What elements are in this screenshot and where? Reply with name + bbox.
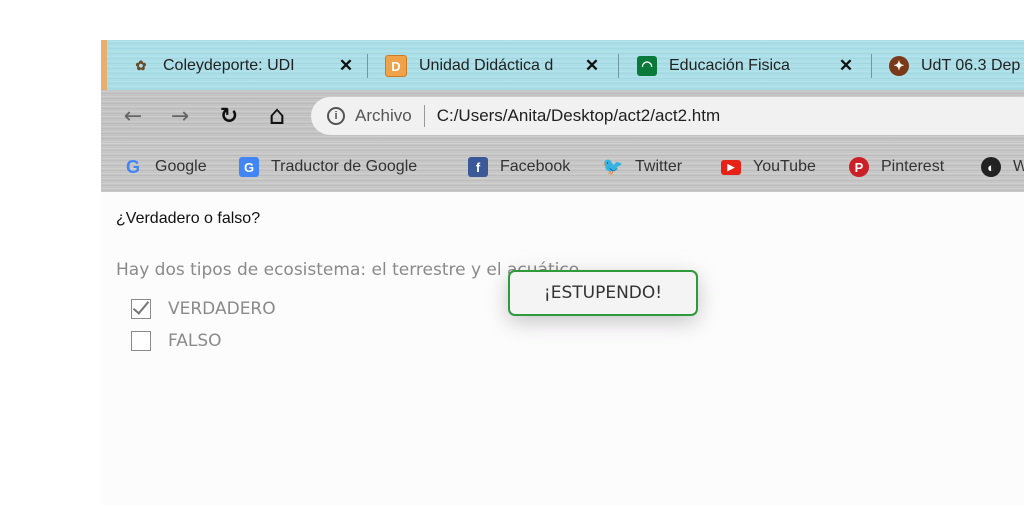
tab-title: Coleydeporte: UDI <box>163 57 295 74</box>
url-text[interactable]: C:/Users/Anita/Desktop/act2/act2.htm <box>437 106 720 126</box>
tab-strip: ✿ Coleydeporte: UDI ✕ D Unidad Didáctica… <box>101 40 1024 90</box>
reload-icon[interactable]: ↻ <box>215 102 243 130</box>
checkbox-unchecked[interactable] <box>131 331 151 351</box>
tab-separator <box>367 54 368 78</box>
junta-andalucia-favicon: ◠ <box>637 56 657 76</box>
tab-unidad-didactica[interactable]: D Unidad Didáctica d ✕ <box>385 46 602 86</box>
page-content: ¿Verdadero o falso? Hay dos tipos de eco… <box>101 192 1024 505</box>
bookmark-traductor[interactable]: G Traductor de Google <box>239 155 417 179</box>
back-arrow-icon[interactable]: ← <box>119 102 147 130</box>
wikipedia-icon: ◐ <box>981 157 1001 177</box>
tab-udt[interactable]: ✦ UdT 06.3 Dep <box>889 46 1024 86</box>
option-label: FALSO <box>168 331 222 351</box>
option-label: VERDADERO <box>168 299 276 319</box>
bookmark-label: YouTube <box>753 158 816 175</box>
checkbox-checked[interactable] <box>131 299 151 319</box>
bookmark-label: W <box>1013 158 1024 175</box>
bookmark-youtube[interactable]: ▶ YouTube <box>721 155 816 179</box>
bookmark-label: Google <box>155 158 207 175</box>
bookmark-google[interactable]: G Google <box>123 155 207 179</box>
facebook-icon: f <box>468 157 488 177</box>
home-icon[interactable]: ⌂ <box>263 101 291 131</box>
tab-title: UdT 06.3 Dep <box>921 57 1021 74</box>
option-falso[interactable]: FALSO <box>131 329 222 353</box>
tab-educacion-fisica[interactable]: ◠ Educación Fisica ✕ <box>637 46 856 86</box>
tab-title: Unidad Didáctica d <box>419 57 554 74</box>
bookmark-pinterest[interactable]: P Pinterest <box>849 155 944 179</box>
close-tab-icon[interactable]: ✕ <box>836 56 856 76</box>
google-icon: G <box>125 156 140 177</box>
address-bar[interactable]: i Archivo C:/Users/Anita/Desktop/act2/ac… <box>311 97 1024 135</box>
youtube-icon: ▶ <box>721 159 741 175</box>
close-tab-icon[interactable]: ✕ <box>336 56 356 76</box>
site-label: Archivo <box>355 106 412 125</box>
tab-title: Educación Fisica <box>669 57 790 74</box>
bookmark-label: Traductor de Google <box>271 158 418 175</box>
unidad-didactica-favicon: D <box>385 55 407 77</box>
tab-edge <box>101 40 107 90</box>
coleydeporte-favicon: ✿ <box>135 58 147 73</box>
tab-coleydeporte[interactable]: ✿ Coleydeporte: UDI ✕ <box>131 46 356 86</box>
feedback-popup: ¡ESTUPENDO! <box>508 270 698 316</box>
bookmark-facebook[interactable]: f Facebook <box>468 155 570 179</box>
bookmark-w[interactable]: ◐ W <box>981 155 1024 179</box>
tab-separator <box>871 54 872 78</box>
bookmark-label: Twitter <box>635 158 683 175</box>
close-tab-icon[interactable]: ✕ <box>582 56 602 76</box>
omnibox-separator <box>423 105 425 127</box>
question-title: ¿Verdadero o falso? <box>116 210 261 227</box>
udt-favicon: ✦ <box>889 56 909 76</box>
bookmark-twitter[interactable]: 🐦 Twitter <box>602 155 683 179</box>
browser-window: ✿ Coleydeporte: UDI ✕ D Unidad Didáctica… <box>101 40 1024 505</box>
browser-toolbar: ← → ↻ ⌂ i Archivo C:/Users/Anita/Desktop… <box>101 90 1024 142</box>
twitter-icon: 🐦 <box>602 157 624 176</box>
bookmarks-bar: G Google G Traductor de Google f Faceboo… <box>101 142 1024 192</box>
info-icon[interactable]: i <box>327 107 345 125</box>
tab-separator <box>618 54 619 78</box>
bookmark-label: Pinterest <box>881 158 945 175</box>
pinterest-icon: P <box>849 157 869 177</box>
bookmark-label: Facebook <box>500 158 571 175</box>
forward-arrow-icon[interactable]: → <box>166 102 194 130</box>
google-translate-icon: G <box>239 157 259 177</box>
option-verdadero[interactable]: VERDADERO <box>131 297 276 321</box>
